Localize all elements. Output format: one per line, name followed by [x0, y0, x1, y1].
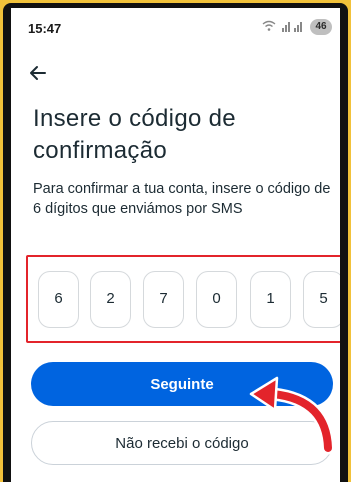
- code-digit-4[interactable]: 0: [196, 271, 237, 328]
- code-input-group: 6 2 7 0 1 5: [26, 255, 340, 343]
- status-icons: 46: [262, 19, 332, 35]
- code-digit-6[interactable]: 5: [303, 271, 340, 328]
- battery-icon: 46: [310, 19, 332, 35]
- pointer-arrow-icon: [249, 376, 335, 455]
- code-digit-2[interactable]: 2: [90, 271, 131, 328]
- phone-screen: 15:47 46 Insere o código de confirmação …: [11, 8, 340, 482]
- code-digit-3[interactable]: 7: [143, 271, 184, 328]
- page-subtitle: Para confirmar a tua conta, insere o cód…: [33, 181, 331, 217]
- arrow-left-icon[interactable]: [25, 60, 51, 86]
- code-digit-5[interactable]: 1: [250, 271, 291, 328]
- wifi-icon: [262, 20, 276, 35]
- status-time: 15:47: [28, 21, 62, 36]
- status-bar: 15:47 46: [11, 8, 340, 48]
- signal-icon: [282, 20, 304, 35]
- page-title: Insere o código de confirmação: [33, 105, 236, 164]
- code-digit-1[interactable]: 6: [38, 271, 79, 328]
